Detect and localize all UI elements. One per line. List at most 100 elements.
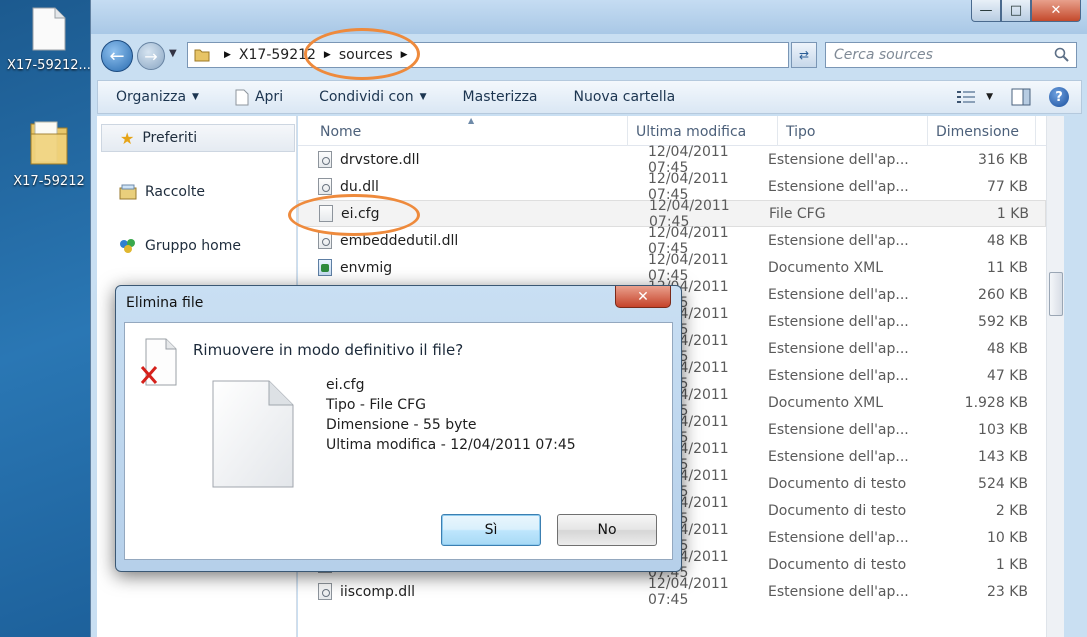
column-size[interactable]: Dimensione xyxy=(928,116,1036,146)
cell-type: Estensione dell'ap... xyxy=(768,232,909,249)
delete-file-dialog: Elimina file ✕ Rimuovere in modo definit… xyxy=(115,285,682,572)
forward-button[interactable]: → xyxy=(137,42,165,70)
breadcrumb-separator-icon[interactable]: ▶ xyxy=(324,50,331,60)
delete-file-icon xyxy=(140,338,177,386)
new-folder-button[interactable]: Nuova cartella xyxy=(556,89,694,105)
table-row[interactable]: ei.cfg 12/04/2011 07:45 File CFG 1 KB xyxy=(298,198,1046,230)
cell-size: 23 KB xyxy=(986,583,1028,600)
help-icon[interactable]: ? xyxy=(1049,87,1069,107)
desktop-icon-folder[interactable]: X17-59212 xyxy=(4,118,94,189)
burn-button[interactable]: Masterizza xyxy=(445,89,556,105)
maximize-button[interactable]: □ xyxy=(1001,0,1031,22)
minimize-button[interactable]: — xyxy=(971,0,1001,22)
cell-name: embeddedutil.dll xyxy=(298,232,618,249)
cell-type: Estensione dell'ap... xyxy=(768,448,909,465)
star-icon: ★ xyxy=(120,128,135,148)
cell-size: 143 KB xyxy=(978,448,1028,465)
table-row[interactable]: drvstore.dll 12/04/2011 07:45 Estensione d… xyxy=(298,144,1046,176)
cell-size: 77 KB xyxy=(986,178,1028,195)
dll-file-icon xyxy=(318,178,332,195)
column-modified[interactable]: Ultima modifica xyxy=(628,116,778,146)
cell-size: 10 KB xyxy=(986,529,1028,546)
scrollbar-thumb[interactable] xyxy=(1049,272,1063,316)
yes-button[interactable]: Sì xyxy=(441,514,541,546)
cell-type: Documento di testo xyxy=(768,475,907,492)
file-name: ei.cfg xyxy=(326,377,365,393)
nav-item-label: Raccolte xyxy=(145,184,205,200)
column-type[interactable]: Tipo xyxy=(778,116,928,146)
cell-size: 103 KB xyxy=(978,421,1028,438)
cell-type: Estensione dell'ap... xyxy=(768,529,909,546)
vertical-scrollbar[interactable] xyxy=(1046,116,1064,637)
refresh-icon: ⇄ xyxy=(798,48,810,62)
view-options-button[interactable]: ▼ xyxy=(956,89,993,105)
close-button[interactable]: ✕ xyxy=(1031,0,1081,22)
file-icon xyxy=(235,89,249,105)
file-name-text: du.dll xyxy=(340,178,379,195)
file-name-text: drvstore.dll xyxy=(340,151,420,168)
file-preview-icon xyxy=(212,380,294,488)
cell-size: 48 KB xyxy=(986,340,1028,357)
table-row[interactable]: envmig 12/04/2011 07:45 Documento XML 11 KB xyxy=(298,252,1046,284)
back-button[interactable]: ← xyxy=(101,40,133,72)
nav-item-homegroup[interactable]: Gruppo home xyxy=(101,232,295,260)
cell-name: iiscomp.dll xyxy=(298,583,618,600)
dll-file-icon xyxy=(318,232,332,249)
table-row[interactable]: embeddedutil.dll 12/04/2011 07:45 Estensio… xyxy=(298,225,1046,257)
cell-size: 316 KB xyxy=(978,151,1028,168)
history-dropdown[interactable]: ▼ xyxy=(169,48,177,59)
new-folder-label: Nuova cartella xyxy=(573,89,676,105)
nav-item-libraries[interactable]: Raccolte xyxy=(101,178,295,206)
dll-file-icon xyxy=(318,151,332,168)
toolbar-right: ▼ ? xyxy=(956,87,1081,107)
cell-type: Documento XML xyxy=(768,394,884,411)
dll-file-icon xyxy=(318,583,332,600)
dialog-body: Rimuovere in modo definitivo il file? ei… xyxy=(124,322,673,560)
open-button[interactable]: Apri xyxy=(217,89,301,106)
cell-size: 260 KB xyxy=(978,286,1028,303)
nav-item-favorites[interactable]: ★ Preferiti xyxy=(101,124,295,152)
command-bar: Organizza ▼ Apri Condividi con ▼ Masteri… xyxy=(97,80,1082,114)
dialog-question: Rimuovere in modo definitivo il file? xyxy=(193,341,464,359)
cell-type: Estensione dell'ap... xyxy=(768,421,909,438)
organize-button[interactable]: Organizza ▼ xyxy=(98,89,217,105)
cell-name: ei.cfg xyxy=(299,205,619,222)
search-icon xyxy=(1054,47,1069,62)
column-name[interactable]: Nome xyxy=(298,116,628,146)
chevron-down-icon: ▼ xyxy=(192,92,199,102)
breadcrumb-separator-icon[interactable]: ▶ xyxy=(224,50,231,60)
burn-label: Masterizza xyxy=(462,89,538,105)
address-bar[interactable]: ▶ X17-59212 ▶ sources ▶ xyxy=(187,42,789,68)
window-controls: — □ ✕ xyxy=(971,0,1081,22)
chevron-down-icon: ▼ xyxy=(419,92,427,102)
cell-size: 1 KB xyxy=(996,205,1029,222)
table-row[interactable]: iiscomp.dll 12/04/2011 07:45 Estensione de… xyxy=(298,576,1046,608)
desktop-icon-file[interactable]: X17-59212... xyxy=(4,6,94,73)
libraries-icon xyxy=(119,184,137,200)
cell-type: Documento di testo xyxy=(768,556,907,573)
cell-type: Estensione dell'ap... xyxy=(768,340,909,357)
desktop-icon-label: X17-59212 xyxy=(13,174,85,189)
homegroup-icon xyxy=(120,239,135,253)
breadcrumb-item[interactable]: X17-59212 xyxy=(239,47,316,63)
breadcrumb-separator-icon[interactable]: ▶ xyxy=(401,50,408,60)
chevron-down-icon: ▼ xyxy=(169,48,177,59)
table-row[interactable]: du.dll 12/04/2011 07:45 Estensione dell'ap… xyxy=(298,171,1046,203)
breadcrumb-item-current[interactable]: sources xyxy=(339,47,393,63)
cell-type: Documento di testo xyxy=(768,502,907,519)
dialog-title: Elimina file xyxy=(126,295,204,311)
cell-size: 47 KB xyxy=(986,367,1028,384)
dialog-close-button[interactable]: ✕ xyxy=(615,286,671,308)
cell-size: 592 KB xyxy=(978,313,1028,330)
preview-pane-icon[interactable] xyxy=(1011,88,1031,106)
share-button[interactable]: Condividi con ▼ xyxy=(301,89,444,105)
folder-icon xyxy=(194,49,210,62)
search-input[interactable]: Cerca sources xyxy=(825,42,1077,68)
refresh-button[interactable]: ⇄ xyxy=(791,42,817,68)
cell-size: 1.928 KB xyxy=(964,394,1028,411)
title-bar: — □ ✕ xyxy=(91,0,1087,34)
nav-item-label: Gruppo home xyxy=(145,238,241,254)
cell-type: Estensione dell'ap... xyxy=(768,151,909,168)
file-name-text: ei.cfg xyxy=(341,205,380,222)
no-button[interactable]: No xyxy=(557,514,657,546)
